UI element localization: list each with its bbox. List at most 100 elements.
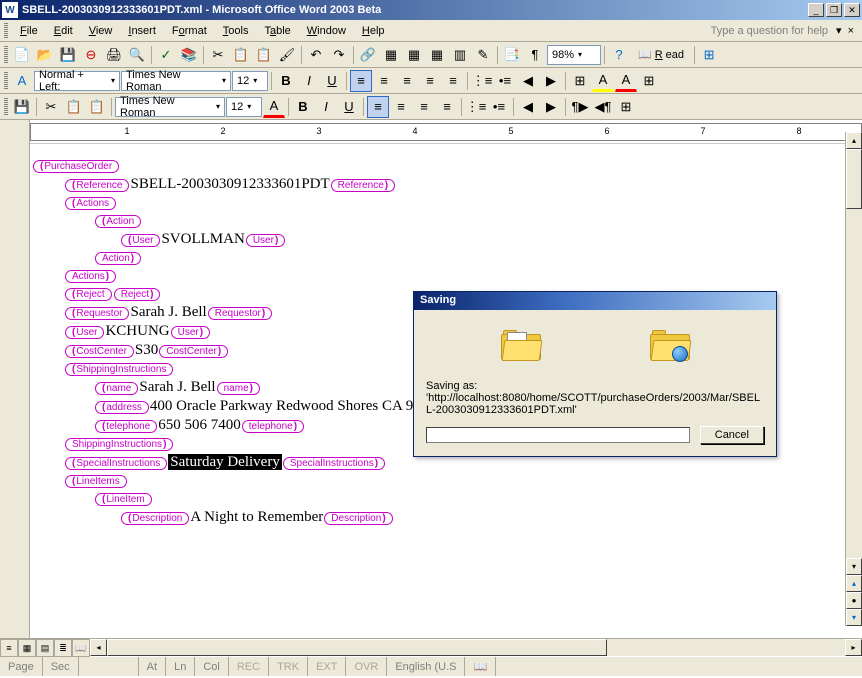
minimize-button[interactable]: _ (808, 3, 824, 17)
line-spacing-button[interactable]: ≡ (442, 70, 464, 92)
underline-button[interactable]: U (321, 70, 343, 92)
doc-map-button[interactable]: 📑 (501, 44, 523, 66)
menu-edit[interactable]: Edit (46, 23, 81, 39)
normal-view-button[interactable]: ≡ (0, 639, 18, 657)
cut-button-2[interactable]: ✂ (40, 96, 62, 118)
tables-borders-button[interactable]: ▦ (380, 44, 402, 66)
paste-button-2[interactable]: 📋 (86, 96, 108, 118)
status-trk[interactable]: TRK (269, 657, 308, 676)
font-color-button[interactable]: A (615, 70, 637, 92)
open-button[interactable]: 📂 (34, 44, 56, 66)
bullets-button[interactable]: •≡ (494, 70, 516, 92)
underline-button-2[interactable]: U (338, 96, 360, 118)
reading-view-button[interactable]: 📖 (72, 639, 90, 657)
highlight-button[interactable]: A (592, 70, 614, 92)
help-close-icon[interactable]: × (848, 25, 854, 37)
outline-view-button[interactable]: ≣ (54, 639, 72, 657)
research-button[interactable]: 📚 (178, 44, 200, 66)
align-left-button[interactable]: ≡ (350, 70, 372, 92)
align-right-button-2[interactable]: ≡ (413, 96, 435, 118)
font-color-button-2[interactable]: A (263, 96, 285, 118)
print-preview-button[interactable]: 🔍 (126, 44, 148, 66)
help-button[interactable]: ? (608, 44, 630, 66)
columns-button[interactable]: ▥ (449, 44, 471, 66)
size-combo-2[interactable]: 12▾ (226, 97, 262, 117)
menu-format[interactable]: Format (164, 23, 215, 39)
menu-window[interactable]: Window (299, 23, 354, 39)
scroll-thumb[interactable] (846, 149, 862, 209)
scroll-up-button[interactable]: ▴ (846, 132, 862, 149)
excel-button[interactable]: ▦ (426, 44, 448, 66)
bullets-button-2[interactable]: •≡ (488, 96, 510, 118)
print-layout-button[interactable]: ▤ (36, 639, 54, 657)
status-ext[interactable]: EXT (308, 657, 346, 676)
italic-button[interactable]: I (298, 70, 320, 92)
show-hide-button[interactable]: ¶ (524, 44, 546, 66)
permission-button[interactable]: ⊖ (80, 44, 102, 66)
horizontal-scrollbar[interactable]: ◂ ▸ (90, 639, 862, 656)
rtl-button[interactable]: ◀¶ (592, 96, 614, 118)
scroll-down-button[interactable]: ▾ (846, 558, 862, 575)
increase-indent-button[interactable]: ▶ (540, 70, 562, 92)
status-language[interactable]: English (U.S (387, 657, 465, 676)
increase-indent-button-2[interactable]: ▶ (540, 96, 562, 118)
menu-view[interactable]: View (81, 23, 121, 39)
status-ovr[interactable]: OVR (346, 657, 387, 676)
status-rec[interactable]: REC (229, 657, 269, 676)
zoom-combo[interactable]: 98%▾ (547, 45, 601, 65)
help-dropdown-icon[interactable]: ▾ (836, 25, 842, 37)
read-button[interactable]: 📖 Read (631, 44, 691, 66)
menu-tools[interactable]: Tools (215, 23, 257, 39)
prev-page-button[interactable]: ▴ (846, 575, 862, 592)
drawing-button[interactable]: ✎ (472, 44, 494, 66)
font-combo[interactable]: Times New Roman▾ (121, 71, 231, 91)
align-left-button-2[interactable]: ≡ (367, 96, 389, 118)
next-page-button[interactable]: ▾ (846, 609, 862, 626)
ltr-button[interactable]: ¶▶ (569, 96, 591, 118)
hscroll-thumb[interactable] (107, 639, 607, 656)
styles-pane-button[interactable]: A (11, 70, 33, 92)
font-combo-2[interactable]: Times New Roman▾ (115, 97, 225, 117)
paste-button[interactable]: 📋 (253, 44, 275, 66)
size-combo[interactable]: 12▾ (232, 71, 268, 91)
save-button-2[interactable]: 💾 (11, 96, 33, 118)
help-search-box[interactable]: Type a question for help▾× (707, 24, 858, 37)
toolbar-options-button-2[interactable]: ⊞ (615, 96, 637, 118)
bold-button-2[interactable]: B (292, 96, 314, 118)
vertical-ruler[interactable] (0, 144, 30, 638)
numbering-button[interactable]: ⋮≡ (471, 70, 493, 92)
justify-button-2[interactable]: ≡ (436, 96, 458, 118)
bold-button[interactable]: B (275, 70, 297, 92)
menu-insert[interactable]: Insert (120, 23, 164, 39)
cancel-button[interactable]: Cancel (700, 426, 764, 444)
decrease-indent-button[interactable]: ◀ (517, 70, 539, 92)
borders-button[interactable]: ⊞ (569, 70, 591, 92)
restore-button[interactable]: ❐ (826, 3, 842, 17)
undo-button[interactable]: ↶ (305, 44, 327, 66)
justify-button[interactable]: ≡ (419, 70, 441, 92)
browse-object-button[interactable]: ● (846, 592, 862, 609)
hyperlink-button[interactable]: 🔗 (357, 44, 379, 66)
spelling-button[interactable]: ✓ (155, 44, 177, 66)
decrease-indent-button-2[interactable]: ◀ (517, 96, 539, 118)
close-toolbar-button[interactable]: ⊞ (698, 44, 720, 66)
web-view-button[interactable]: ▦ (18, 639, 36, 657)
align-center-button-2[interactable]: ≡ (390, 96, 412, 118)
menu-table[interactable]: Table (256, 23, 298, 39)
new-doc-button[interactable]: 📄 (11, 44, 33, 66)
italic-button-2[interactable]: I (315, 96, 337, 118)
copy-button[interactable]: 📋 (230, 44, 252, 66)
align-right-button[interactable]: ≡ (396, 70, 418, 92)
horizontal-ruler[interactable]: 1 2 3 4 5 6 7 8 (30, 123, 862, 141)
numbering-button-2[interactable]: ⋮≡ (465, 96, 487, 118)
toolbar-options-button[interactable]: ⊞ (638, 70, 660, 92)
scroll-right-button[interactable]: ▸ (845, 639, 862, 656)
style-combo[interactable]: Normal + Left:▾ (34, 71, 120, 91)
vertical-scrollbar[interactable]: ▴ ▾ ▴ ● ▾ (845, 132, 862, 626)
redo-button[interactable]: ↷ (328, 44, 350, 66)
align-center-button[interactable]: ≡ (373, 70, 395, 92)
close-button[interactable]: ✕ (844, 3, 860, 17)
menu-file[interactable]: File (12, 23, 46, 39)
cut-button[interactable]: ✂ (207, 44, 229, 66)
menu-help[interactable]: Help (354, 23, 393, 39)
